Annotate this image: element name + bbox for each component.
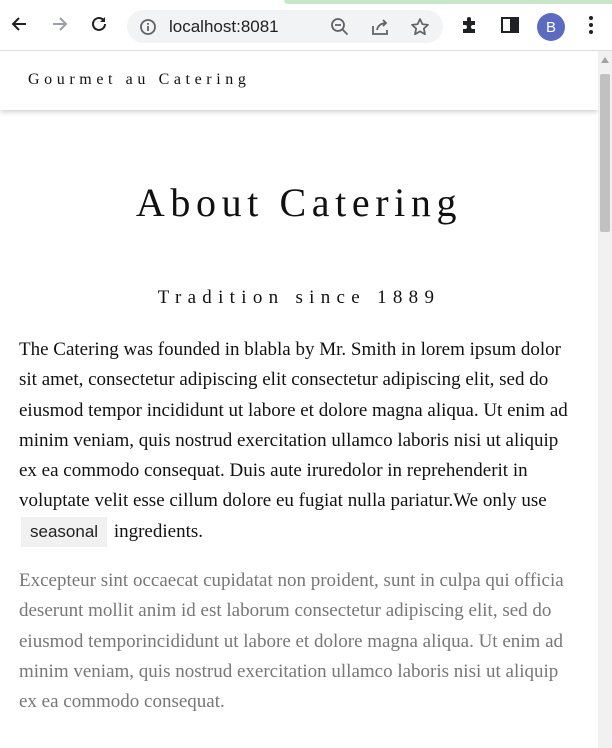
side-panel-icon <box>501 17 519 33</box>
url-text[interactable]: localhost:8081 <box>169 17 279 37</box>
site-info-button[interactable] <box>137 16 159 38</box>
scroll-up-button[interactable] <box>598 55 612 65</box>
extensions-button[interactable] <box>458 13 482 37</box>
bookmark-button[interactable] <box>409 16 431 38</box>
seasonal-tag: seasonal <box>21 516 108 547</box>
profile-avatar[interactable]: B <box>537 13 565 41</box>
share-icon <box>372 19 388 35</box>
address-bar[interactable]: localhost:8081 <box>127 10 443 43</box>
page-title: About Catering <box>135 180 463 225</box>
zoom-icon <box>331 18 349 36</box>
site-brand-link[interactable]: Gourmet au Catering <box>28 71 250 89</box>
share-button[interactable] <box>369 16 391 38</box>
browser-toolbar: localhost:8081 B <box>0 0 612 51</box>
intro-text-end: ingredients. <box>113 520 203 542</box>
intro-text: The Catering was founded in blabla by Mr… <box>19 339 568 512</box>
intro-paragraph: The Catering was founded in blabla by Mr… <box>19 335 579 547</box>
browser-menu-button[interactable] <box>579 13 603 37</box>
extensions-icon <box>463 17 475 33</box>
forward-button[interactable] <box>46 10 74 38</box>
zoom-button[interactable] <box>329 16 351 38</box>
tab-strip-accent <box>284 0 612 4</box>
back-button[interactable] <box>5 10 33 38</box>
menu-icon <box>589 16 593 34</box>
secondary-paragraph: Excepteur sint occaecat cupidatat non pr… <box>19 570 564 713</box>
reload-button[interactable] <box>85 10 113 38</box>
site-navbar: Gourmet au Catering <box>0 51 598 110</box>
scroll-up-arrow-icon <box>601 57 609 63</box>
page-scrollbar[interactable] <box>598 51 612 748</box>
back-icon <box>11 17 26 31</box>
reload-icon <box>92 16 106 31</box>
forward-icon <box>53 17 68 31</box>
page-viewport: Gourmet au Catering About Catering Tradi… <box>0 51 598 748</box>
page-subtitle: Tradition since 1889 <box>157 287 441 308</box>
bookmark-star-icon <box>411 18 429 36</box>
scrollbar-thumb[interactable] <box>600 74 610 232</box>
site-info-icon <box>140 19 156 35</box>
side-panel-button[interactable] <box>498 13 522 37</box>
